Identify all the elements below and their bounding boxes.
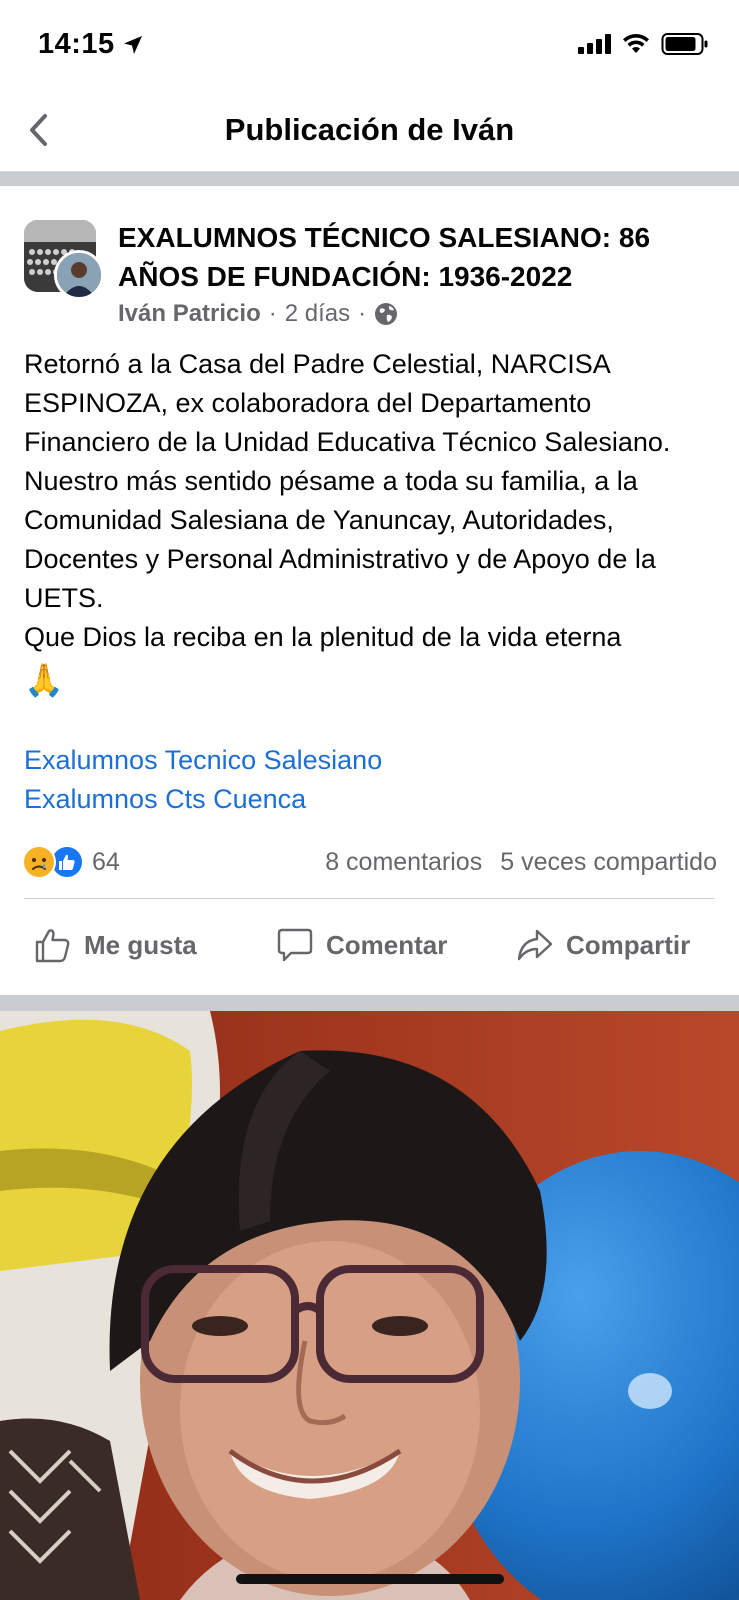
reaction-count[interactable]: 64 <box>92 848 120 877</box>
post-meta: Iván Patricio · 2 días · <box>118 300 398 328</box>
section-divider <box>0 995 739 1011</box>
sad-reaction-icon <box>22 845 56 879</box>
author-avatar[interactable] <box>54 250 104 300</box>
post-body: Retornó a la Casa del Padre Celestial, N… <box>24 345 714 703</box>
share-arrow-icon <box>517 929 553 961</box>
hashtag-list: Exalumnos Tecnico Salesiano Exalumnos Ct… <box>24 741 382 819</box>
globe-icon <box>375 303 398 325</box>
reaction-icons[interactable] <box>22 845 84 879</box>
navigation-bar: Publicación de Iván <box>0 90 739 172</box>
home-indicator[interactable] <box>236 1574 504 1584</box>
woman-portrait-image <box>0 1011 739 1600</box>
hashtag-link[interactable]: Exalumnos Cts Cuenca <box>24 780 382 819</box>
post: EXALUMNOS TÉCNICO SALESIANO: 86 AÑOS DE … <box>0 188 739 995</box>
like-label: Me gusta <box>84 929 197 960</box>
status-time: 14:15 <box>38 28 145 61</box>
share-label: Compartir <box>566 929 691 960</box>
comment-label: Comentar <box>326 929 448 960</box>
comments-count[interactable]: 8 comentarios <box>325 848 482 877</box>
actions-divider <box>24 898 715 899</box>
post-paragraph: Que Dios la reciba en la plenitud de la … <box>24 622 622 652</box>
shares-count[interactable]: 5 veces compartido <box>500 848 717 877</box>
share-button[interactable]: Compartir <box>516 926 690 964</box>
battery-icon <box>661 33 708 55</box>
praying-hands-emoji: 🙏 <box>24 662 64 698</box>
section-divider <box>0 172 739 186</box>
hashtag-link[interactable]: Exalumnos Tecnico Salesiano <box>24 741 382 780</box>
reactions-summary: 64 8 comentarios 5 veces compartido <box>22 842 717 882</box>
engagement-counts: 8 comentarios 5 veces compartido <box>325 848 717 877</box>
post-paragraph: Retornó a la Casa del Padre Celestial, N… <box>24 349 671 457</box>
location-arrow-icon <box>123 35 142 54</box>
comment-bubble-icon <box>277 928 313 962</box>
author-photo <box>57 253 101 297</box>
author-name[interactable]: Iván Patricio <box>118 300 261 328</box>
post-photo[interactable] <box>0 1011 739 1600</box>
post-actions: Me gusta Comentar Compartir <box>0 910 739 980</box>
post-paragraph: Nuestro más sentido pésame a toda su fam… <box>24 466 656 613</box>
group-title[interactable]: EXALUMNOS TÉCNICO SALESIANO: 86 AÑOS DE … <box>118 218 708 296</box>
status-bar: 14:15 <box>0 0 739 90</box>
wifi-icon <box>623 33 649 53</box>
meta-separator: · <box>358 300 367 327</box>
status-indicators <box>578 32 709 56</box>
thumbs-up-icon <box>35 929 70 963</box>
page-title: Publicación de Iván <box>224 112 515 147</box>
like-button[interactable]: Me gusta <box>34 926 197 964</box>
post-time[interactable]: 2 días <box>285 300 350 328</box>
cellular-signal-icon <box>578 34 611 54</box>
comment-button[interactable]: Comentar <box>276 926 447 964</box>
status-time-text: 14:15 <box>38 28 115 60</box>
meta-separator: · <box>268 300 277 327</box>
